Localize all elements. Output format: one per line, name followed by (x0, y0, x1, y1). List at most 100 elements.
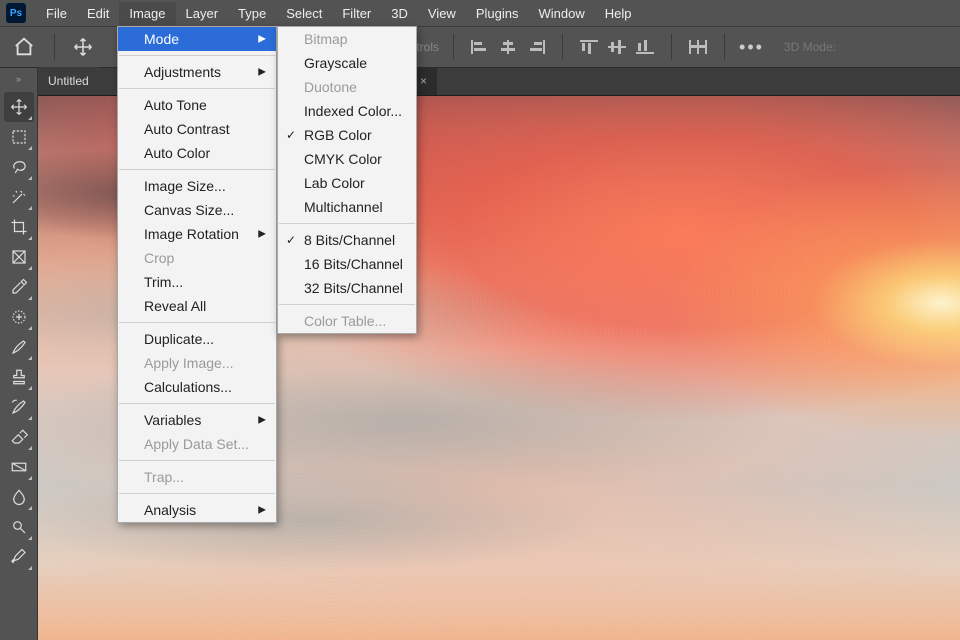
menu-item-calculations[interactable]: Calculations... (118, 375, 276, 399)
tool-stamp[interactable] (4, 362, 34, 392)
tool-dodge[interactable] (4, 512, 34, 542)
tool-healing[interactable] (4, 302, 34, 332)
tool-eyedropper[interactable] (4, 272, 34, 302)
menu-item-label: Bitmap (304, 31, 348, 47)
menu-item-label: Indexed Color... (304, 103, 402, 119)
collapse-tools-icon[interactable]: » (16, 74, 21, 88)
menu-item-adjustments[interactable]: Adjustments▶ (118, 60, 276, 84)
menu-item-label: 32 Bits/Channel (304, 280, 403, 296)
menu-item-multichannel[interactable]: Multichannel (278, 195, 416, 219)
check-icon: ✓ (286, 233, 296, 247)
menu-item-image-rotation[interactable]: Image Rotation ▶ (118, 222, 276, 246)
menu-item-label: Adjustments (144, 64, 221, 80)
menu-separator (119, 493, 275, 494)
menubar-edit[interactable]: Edit (77, 2, 119, 25)
menubar-layer[interactable]: Layer (176, 2, 229, 25)
more-options-button[interactable]: ••• (739, 37, 764, 58)
menu-separator (279, 223, 415, 224)
menu-item-label: CMYK Color (304, 151, 382, 167)
menu-item-label: Apply Image... (144, 355, 234, 371)
menubar-file[interactable]: File (36, 2, 77, 25)
home-button[interactable] (8, 31, 40, 63)
submenu-arrow-icon: ▶ (258, 415, 266, 426)
menu-item-lab-color[interactable]: Lab Color (278, 171, 416, 195)
menu-item-label: 8 Bits/Channel (304, 232, 395, 248)
menu-separator (119, 403, 275, 404)
align-center-h-button[interactable] (496, 35, 520, 59)
menu-item-mode[interactable]: Mode▶ (118, 27, 276, 51)
menubar-view[interactable]: View (418, 2, 466, 25)
menu-separator (279, 304, 415, 305)
menu-separator (119, 460, 275, 461)
menu-separator (119, 88, 275, 89)
menu-item-duplicate[interactable]: Duplicate... (118, 327, 276, 351)
menu-item-apply-data-set: Apply Data Set... (118, 432, 276, 456)
menubar-3d[interactable]: 3D (381, 2, 418, 25)
menu-item-rgb-color[interactable]: ✓RGB Color (278, 123, 416, 147)
menubar-select[interactable]: Select (276, 2, 332, 25)
menu-item-auto-contrast[interactable]: Auto Contrast (118, 117, 276, 141)
menu-separator (119, 169, 275, 170)
align-right-button[interactable] (524, 35, 548, 59)
menu-item-reveal-all[interactable]: Reveal All (118, 294, 276, 318)
menubar-type[interactable]: Type (228, 2, 276, 25)
align-left-button[interactable] (468, 35, 492, 59)
separator (724, 34, 725, 60)
menu-item-grayscale[interactable]: Grayscale (278, 51, 416, 75)
align-center-v-button[interactable] (605, 35, 629, 59)
menubar-window[interactable]: Window (528, 2, 594, 25)
align-group-1 (468, 35, 548, 59)
menu-item-image-size[interactable]: Image Size... (118, 174, 276, 198)
menu-item-label: Auto Tone (144, 97, 207, 113)
menu-item-8-bits-channel[interactable]: ✓ 8 Bits/Channel (278, 228, 416, 252)
tool-history-brush[interactable] (4, 392, 34, 422)
tool-pen[interactable] (4, 542, 34, 572)
tool-crop[interactable] (4, 212, 34, 242)
tool-gradient[interactable] (4, 452, 34, 482)
menu-item-trim[interactable]: Trim... (118, 270, 276, 294)
tool-blur[interactable] (4, 482, 34, 512)
move-tool-icon[interactable] (69, 33, 97, 61)
menu-item-analysis[interactable]: Analysis▶ (118, 498, 276, 522)
menu-item-16-bits-channel[interactable]: 16 Bits/Channel (278, 252, 416, 276)
menu-item-auto-tone[interactable]: Auto Tone (118, 93, 276, 117)
submenu-arrow-icon: ▶ (258, 229, 266, 240)
menu-item-variables[interactable]: Variables▶ (118, 408, 276, 432)
menu-item-apply-image: Apply Image... (118, 351, 276, 375)
menubar-help[interactable]: Help (595, 2, 642, 25)
menu-item-color-table: Color Table... (278, 309, 416, 333)
menu-item-label: RGB Color (304, 127, 372, 143)
menu-item-label: Trim... (144, 274, 183, 290)
document-tab[interactable]: Untitled (38, 67, 99, 95)
menu-item-32-bits-channel[interactable]: 32 Bits/Channel (278, 276, 416, 300)
tool-eraser[interactable] (4, 422, 34, 452)
tool-palette: » (0, 68, 38, 640)
tool-lasso[interactable] (4, 152, 34, 182)
menu-item-canvas-size[interactable]: Canvas Size... (118, 198, 276, 222)
align-top-button[interactable] (577, 35, 601, 59)
tool-frame[interactable] (4, 242, 34, 272)
menubar-filter[interactable]: Filter (332, 2, 381, 25)
tool-move[interactable] (4, 92, 34, 122)
menu-item-label: Analysis (144, 502, 196, 518)
menu-item-label: Image Rotation (144, 226, 239, 242)
align-bottom-button[interactable] (633, 35, 657, 59)
menu-separator (119, 55, 275, 56)
tool-wand[interactable] (4, 182, 34, 212)
menubar-image[interactable]: Image (119, 2, 175, 25)
image-menu: Mode▶Adjustments▶Auto ToneAuto ContrastA… (117, 26, 277, 523)
menu-item-cmyk-color[interactable]: CMYK Color (278, 147, 416, 171)
menubar-plugins[interactable]: Plugins (466, 2, 529, 25)
separator (453, 34, 454, 60)
menu-item-auto-color[interactable]: Auto Color (118, 141, 276, 165)
menu-item-indexed-color[interactable]: Indexed Color... (278, 99, 416, 123)
menu-item-label: Auto Contrast (144, 121, 230, 137)
tool-brush[interactable] (4, 332, 34, 362)
app-logo-text: Ps (10, 8, 22, 19)
close-tab-icon[interactable]: × (420, 74, 427, 88)
menu-item-label: Canvas Size... (144, 202, 234, 218)
distribute-h-button[interactable] (686, 35, 710, 59)
tool-marquee[interactable] (4, 122, 34, 152)
menu-item-label: Duplicate... (144, 331, 214, 347)
menu-item-label: Color Table... (304, 313, 386, 329)
